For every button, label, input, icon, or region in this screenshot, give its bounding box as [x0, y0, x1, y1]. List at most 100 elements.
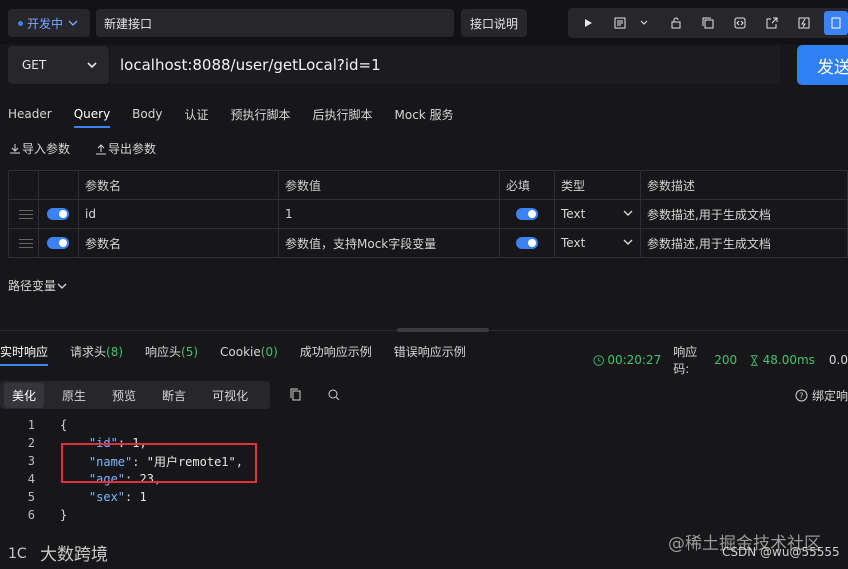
tab-post-script[interactable]: 后执行脚本	[313, 106, 373, 123]
clock-icon	[593, 354, 604, 366]
drag-handle-icon	[19, 238, 33, 248]
export-params-button[interactable]: 导出参数	[94, 140, 156, 157]
status-code-label: 响应码:	[673, 345, 698, 376]
table-row: 参数名 参数值，支持Mock字段变量 Text 参数描述,用于生成文档	[8, 228, 848, 258]
type-select[interactable]: Text	[554, 199, 641, 229]
required-toggle[interactable]	[516, 237, 538, 249]
param-desc-cell[interactable]: 参数描述,用于生成文档	[640, 228, 848, 258]
tab-header[interactable]: Header	[8, 107, 52, 121]
upload-icon	[96, 143, 107, 154]
required-toggle[interactable]	[516, 208, 538, 220]
chevron-down-icon	[87, 62, 97, 69]
param-name-cell[interactable]: id	[78, 199, 279, 229]
play-icon[interactable]	[576, 11, 600, 35]
environment-selector[interactable]: 开发中	[8, 9, 90, 37]
tab-query[interactable]: Query	[73, 107, 111, 128]
lightning-icon[interactable]	[792, 11, 816, 35]
tab-mock-service[interactable]: Mock 服务	[395, 106, 454, 123]
view-assert[interactable]: 断言	[154, 383, 194, 408]
table-row: id 1 Text 参数描述,用于生成文档	[8, 199, 848, 229]
param-desc-cell[interactable]: 参数描述,用于生成文档	[640, 199, 848, 229]
response-meta: 00:20:27 响应码: 200 48.00ms 0.0	[593, 343, 848, 377]
type-header: 类型	[554, 170, 641, 200]
tab-auth[interactable]: 认证	[184, 106, 208, 123]
required-cell	[499, 228, 555, 258]
response-size: 0.0	[828, 353, 848, 367]
view-preview[interactable]: 预览	[104, 383, 144, 408]
search-icon[interactable]	[322, 383, 346, 407]
import-params-label: 导入参数	[22, 142, 71, 156]
required-header: 必填	[499, 170, 555, 200]
url-value: localhost:8088/user/getLocal?id=1	[120, 56, 381, 74]
tab-pre-script[interactable]: 预执行脚本	[230, 106, 290, 123]
tab-label: 请求头	[70, 345, 107, 359]
url-input[interactable]: localhost:8088/user/getLocal?id=1	[110, 46, 780, 84]
param-value-cell[interactable]: 参数值，支持Mock字段变量	[278, 228, 500, 258]
send-button[interactable]: 发送	[797, 45, 848, 85]
view-beautify[interactable]: 美化	[4, 382, 45, 408]
view-mode-segment: 美化 原生 预览 断言 可视化	[0, 381, 271, 409]
view-visualize[interactable]: 可视化	[204, 383, 256, 408]
drag-col-header	[8, 170, 39, 200]
tab-request-headers[interactable]: 请求头(8)	[70, 343, 123, 360]
drag-handle[interactable]	[8, 228, 39, 258]
line-number: 1	[27, 418, 35, 432]
enable-toggle[interactable]	[47, 237, 69, 249]
enable-cell	[38, 199, 79, 229]
bind-response-button[interactable]: ? 绑定响	[795, 387, 848, 404]
lock-icon[interactable]	[664, 11, 688, 35]
param-actions: 导入参数 导出参数	[8, 140, 180, 157]
doc-button[interactable]: 接口说明	[461, 9, 527, 37]
toolbar	[568, 8, 848, 38]
enable-col-header	[38, 170, 79, 200]
tab-success-example[interactable]: 成功响应示例	[300, 343, 372, 360]
view-raw[interactable]: 原生	[54, 383, 94, 408]
drag-handle[interactable]	[8, 199, 39, 229]
params-table: 参数名 参数值 必填 类型 参数描述 id 1 Text 参数描述,用于生成文档…	[8, 170, 848, 258]
code-text: }	[60, 508, 68, 522]
doc-icon[interactable]	[608, 11, 632, 35]
param-name-header: 参数名	[78, 170, 279, 200]
tab-cookie[interactable]: Cookie(0)	[220, 345, 278, 359]
response-duration: 48.00ms	[762, 353, 815, 367]
tab-label: 响应头	[145, 345, 182, 359]
method-select[interactable]: GET	[8, 46, 109, 84]
table-header-row: 参数名 参数值 必填 类型 参数描述	[8, 170, 848, 200]
code-line: 6}	[0, 506, 848, 524]
copy-icon[interactable]	[696, 11, 720, 35]
type-value: Text	[561, 207, 586, 221]
chevron-down-icon	[68, 20, 78, 26]
env-status-dot	[18, 20, 23, 26]
enable-toggle[interactable]	[47, 208, 69, 220]
line-number: 6	[27, 508, 35, 522]
desc-header: 参数描述	[640, 170, 848, 200]
path-variables-toggle[interactable]: 路径变量	[8, 277, 68, 294]
code-line: 1{	[0, 416, 848, 434]
interface-name-tab[interactable]: 新建接口	[96, 9, 454, 37]
code-text: "sex": 1	[88, 490, 147, 504]
import-params-button[interactable]: 导入参数	[8, 140, 70, 157]
path-variables-label: 路径变量	[8, 279, 57, 293]
chevron-down-icon	[623, 239, 633, 245]
share-icon[interactable]	[760, 11, 784, 35]
highlight-box	[61, 443, 257, 483]
help-icon: ?	[795, 389, 808, 402]
code-icon[interactable]	[728, 11, 752, 35]
line-number: 3	[27, 454, 35, 468]
save-icon[interactable]	[824, 11, 848, 35]
watermark-csdn: CSDN @wu@55555	[722, 545, 840, 559]
tab-response-headers[interactable]: 响应头(5)	[145, 343, 198, 360]
tab-body[interactable]: Body	[132, 107, 162, 121]
download-icon	[10, 143, 20, 153]
tab-error-example[interactable]: 错误响应示例	[394, 343, 466, 360]
resize-handle[interactable]	[397, 328, 489, 332]
type-select[interactable]: Text	[554, 228, 641, 258]
tab-label: Cookie	[220, 344, 261, 359]
param-value-cell[interactable]: 1	[278, 199, 500, 229]
param-name-cell[interactable]: 参数名	[78, 228, 279, 258]
tab-realtime-response[interactable]: 实时响应	[0, 343, 49, 366]
chevron-down-icon[interactable]	[632, 11, 656, 35]
copy-icon[interactable]	[284, 383, 308, 407]
logo-icon: 1C	[8, 546, 27, 562]
line-number: 2	[27, 436, 35, 450]
